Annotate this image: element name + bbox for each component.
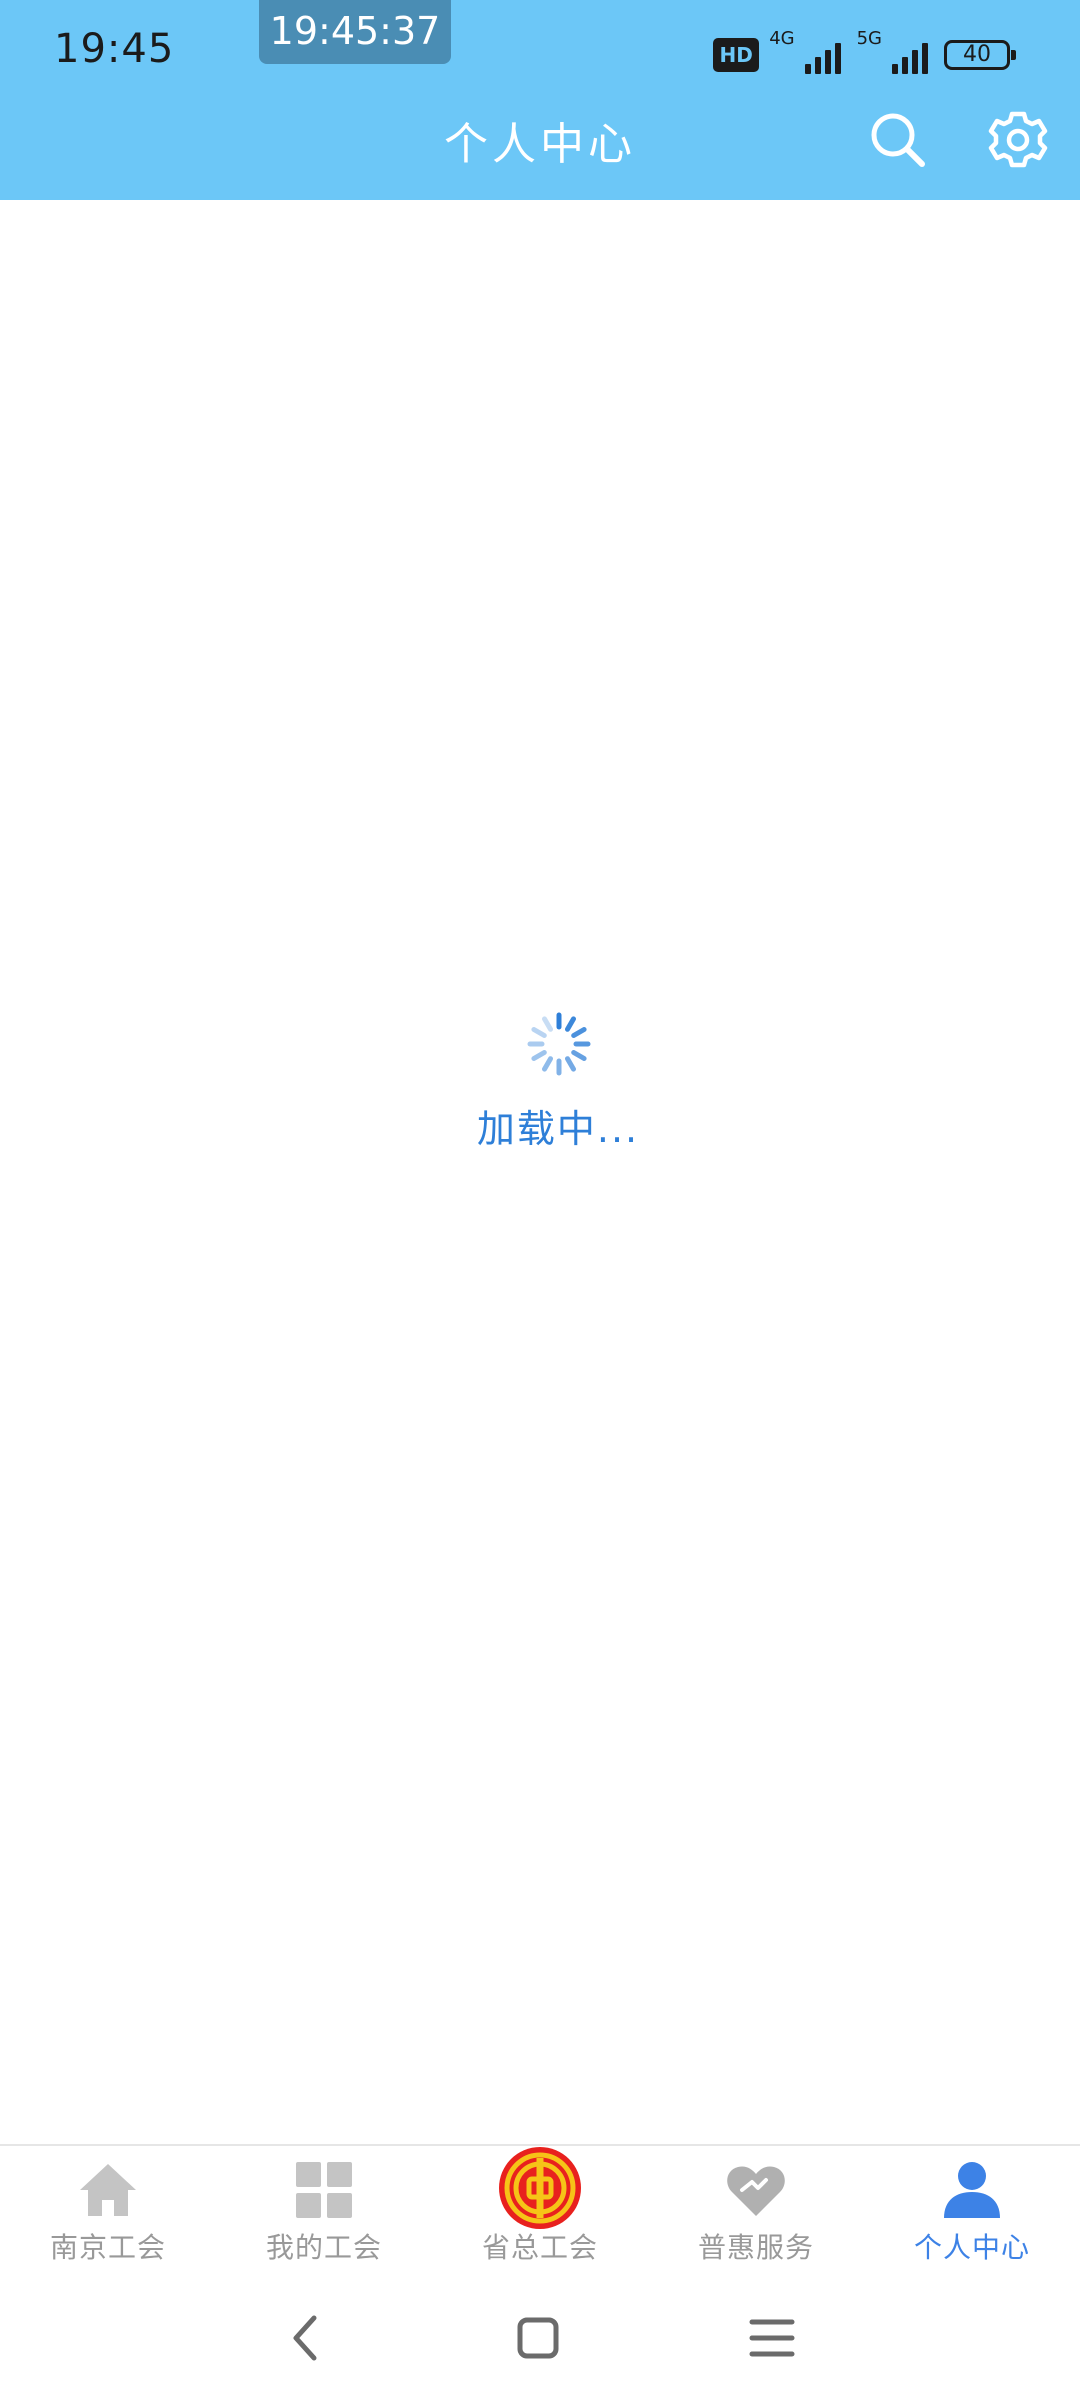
tab-my-union[interactable]: 我的工会 [216, 2146, 432, 2274]
tab-label: 省总工会 [481, 2231, 598, 2264]
signal-icon [804, 38, 841, 74]
bottom-tab-bar: 南京工会 我的工会 省总工会 普惠服务 个人中心 [0, 2144, 1080, 2272]
tab-personal-center[interactable]: 个人中心 [864, 2146, 1080, 2274]
home-square-icon[interactable] [508, 2308, 568, 2368]
tab-benefit-services[interactable]: 普惠服务 [648, 2146, 864, 2274]
system-nav-bar [0, 2272, 1080, 2400]
loading-text: 加载中... [476, 1107, 640, 1151]
grid-icon [296, 2162, 352, 2218]
tab-nanjing-union[interactable]: 南京工会 [0, 2146, 216, 2274]
search-icon[interactable] [866, 108, 930, 172]
person-icon [944, 2162, 1000, 2218]
home-icon [80, 2164, 136, 2216]
union-emblem-icon [499, 2147, 581, 2229]
status-indicators: HD 4G 5G 40 [713, 28, 1016, 74]
back-icon[interactable] [276, 2308, 336, 2368]
status-time: 19:45 [54, 26, 175, 72]
header-bar: 19:45 19:45:37 HD 4G 5G 40 个人中心 [0, 0, 1080, 200]
tab-label: 个人中心 [913, 2231, 1030, 2264]
network-label-4g: 4G [769, 28, 795, 49]
spinner-icon [527, 1012, 591, 1076]
heart-icon [727, 2166, 785, 2216]
hd-badge: HD [713, 38, 760, 72]
tab-label: 我的工会 [265, 2231, 382, 2264]
clock-overlay: 19:45:37 [259, 0, 451, 64]
network-label-5g: 5G [856, 28, 882, 49]
tab-label: 南京工会 [49, 2231, 166, 2264]
tab-label: 普惠服务 [697, 2231, 814, 2264]
gear-icon[interactable] [986, 108, 1050, 172]
signal-icon [892, 38, 928, 74]
battery-icon: 40 [944, 40, 1016, 70]
menu-icon[interactable] [742, 2308, 802, 2368]
tab-provincial-union[interactable]: 省总工会 [432, 2146, 648, 2274]
